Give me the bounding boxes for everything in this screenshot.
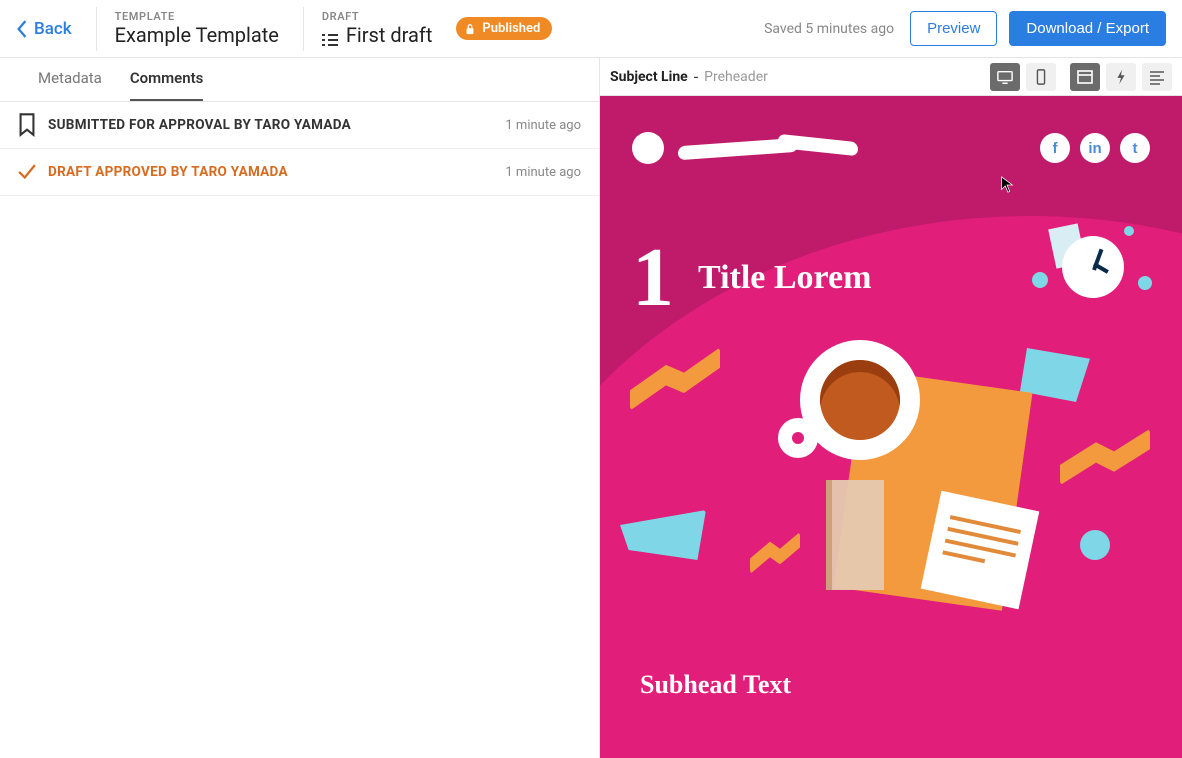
list-icon	[322, 28, 338, 42]
draft-name: First draft	[346, 23, 433, 47]
mode-toggle	[1070, 63, 1172, 91]
email-canvas[interactable]: f in t 1 Title Lorem	[600, 96, 1182, 758]
layout-icon	[1077, 69, 1093, 85]
chevron-left-icon	[16, 20, 28, 38]
mobile-icon	[1033, 69, 1049, 85]
tabs: Metadata Comments	[0, 58, 599, 102]
tab-comments[interactable]: Comments	[130, 69, 204, 101]
activity-list: SUBMITTED FOR APPROVAL BY TARO YAMADA 1 …	[0, 102, 599, 196]
email-header: f in t	[600, 96, 1182, 176]
logo	[632, 132, 858, 164]
lock-icon	[464, 23, 476, 35]
activity-row[interactable]: DRAFT APPROVED BY TARO YAMADA 1 minute a…	[0, 149, 599, 196]
align-mode-button[interactable]	[1142, 63, 1172, 91]
mobile-view-button[interactable]	[1026, 63, 1056, 91]
divider	[303, 7, 304, 51]
twitter-icon[interactable]: t	[1120, 133, 1150, 163]
activity-text: SUBMITTED FOR APPROVAL BY TARO YAMADA	[48, 117, 351, 133]
download-export-button[interactable]: Download / Export	[1009, 11, 1166, 46]
bookmark-icon	[18, 116, 36, 134]
back-label: Back	[34, 19, 72, 39]
social-links: f in t	[1040, 133, 1150, 163]
preview-button[interactable]: Preview	[910, 11, 997, 46]
email-title-block: 1 Title Lorem	[600, 176, 1182, 340]
viewport-toggle	[990, 63, 1056, 91]
preheader[interactable]: Preheader	[704, 69, 768, 85]
logo-scribble-icon	[678, 138, 858, 158]
bolt-mode-button[interactable]	[1106, 63, 1136, 91]
published-badge: Published	[456, 17, 552, 40]
hero-illustration	[600, 340, 1182, 670]
facebook-icon[interactable]: f	[1040, 133, 1070, 163]
back-button[interactable]: Back	[16, 19, 96, 39]
template-block[interactable]: TEMPLATE Example Template	[115, 10, 279, 47]
subject-sep: -	[694, 67, 698, 86]
clock-illustration	[1032, 226, 1152, 316]
cursor-icon	[1000, 176, 1014, 194]
draft-eyebrow: DRAFT	[322, 10, 433, 23]
email-title: Title Lorem	[698, 259, 871, 297]
email-preview: f in t 1 Title Lorem	[600, 96, 1182, 758]
right-panel: Subject Line - Preheader	[600, 58, 1182, 758]
email-subhead: Subhead Text	[600, 670, 1182, 724]
subject-line[interactable]: Subject Line	[610, 69, 688, 85]
check-icon	[18, 163, 36, 181]
template-eyebrow: TEMPLATE	[115, 10, 279, 23]
divider	[96, 7, 97, 51]
bolt-icon	[1113, 69, 1129, 85]
desktop-icon	[997, 69, 1013, 85]
tab-metadata[interactable]: Metadata	[38, 69, 102, 101]
preview-header: Subject Line - Preheader	[600, 58, 1182, 96]
activity-row[interactable]: SUBMITTED FOR APPROVAL BY TARO YAMADA 1 …	[0, 102, 599, 149]
draft-block[interactable]: DRAFT First draft	[322, 10, 433, 47]
logo-dot-icon	[632, 132, 664, 164]
saved-status: Saved 5 minutes ago	[764, 21, 894, 37]
title-number: 1	[632, 236, 674, 320]
left-panel: Metadata Comments SUBMITTED FOR APPROVAL…	[0, 58, 600, 758]
top-bar: Back TEMPLATE Example Template DRAFT Fir…	[0, 0, 1182, 58]
linkedin-icon[interactable]: in	[1080, 133, 1110, 163]
layout-mode-button[interactable]	[1070, 63, 1100, 91]
template-name: Example Template	[115, 23, 279, 47]
activity-time: 1 minute ago	[505, 165, 581, 180]
activity-time: 1 minute ago	[505, 118, 581, 133]
activity-text: DRAFT APPROVED BY TARO YAMADA	[48, 164, 288, 180]
align-icon	[1149, 69, 1165, 85]
desktop-view-button[interactable]	[990, 63, 1020, 91]
published-label: Published	[482, 21, 540, 36]
